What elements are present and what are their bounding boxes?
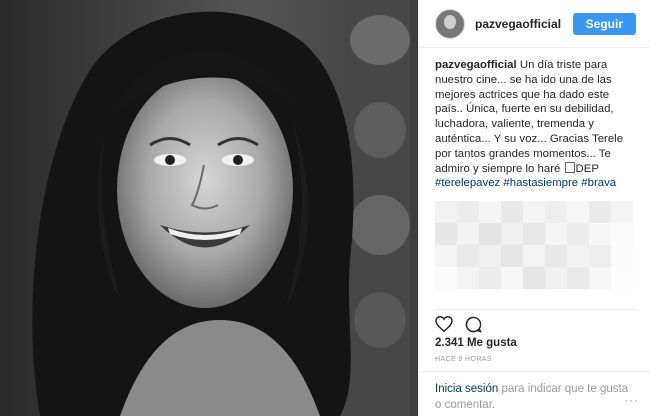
avatar[interactable] (435, 8, 465, 39)
portrait-illustration (0, 0, 418, 416)
heart-icon[interactable] (435, 315, 453, 337)
login-link[interactable]: Inicia sesión (435, 383, 498, 395)
likes-count[interactable]: 2.341 Me gusta (435, 337, 517, 349)
post-side-panel: pazvegaofficial Seguir pazvegaofficial U… (418, 0, 650, 416)
instagram-post: pazvegaofficial Seguir pazvegaofficial U… (0, 0, 650, 416)
header-username[interactable]: pazvegaofficial (475, 17, 573, 31)
post-header: pazvegaofficial Seguir (419, 0, 650, 48)
hashtag-brava[interactable]: #brava (581, 177, 616, 189)
caption: pazvegaofficial Un día triste para nuest… (419, 48, 650, 290)
caption-username[interactable]: pazvegaofficial (435, 59, 517, 71)
blurred-comments (435, 201, 636, 290)
follow-button[interactable]: Seguir (572, 12, 636, 35)
more-icon[interactable]: ··· (624, 392, 639, 408)
post-time: HACE 9 HORAS (435, 356, 492, 363)
comment-icon[interactable] (465, 316, 482, 338)
comment-area: Inicia sesión para indicar que te gusta … (419, 371, 650, 416)
hashtag-hastasiempre[interactable]: #hastasiempre (503, 177, 578, 189)
hashtag-terelepavez[interactable]: #terelepavez (435, 177, 500, 189)
post-actions (435, 309, 637, 337)
emoji-placeholder-icon (564, 161, 575, 173)
caption-text: Un día triste para nuestro cine... se ha… (435, 59, 624, 175)
caption-dep: DEP (575, 162, 599, 175)
post-photo[interactable] (0, 0, 418, 416)
